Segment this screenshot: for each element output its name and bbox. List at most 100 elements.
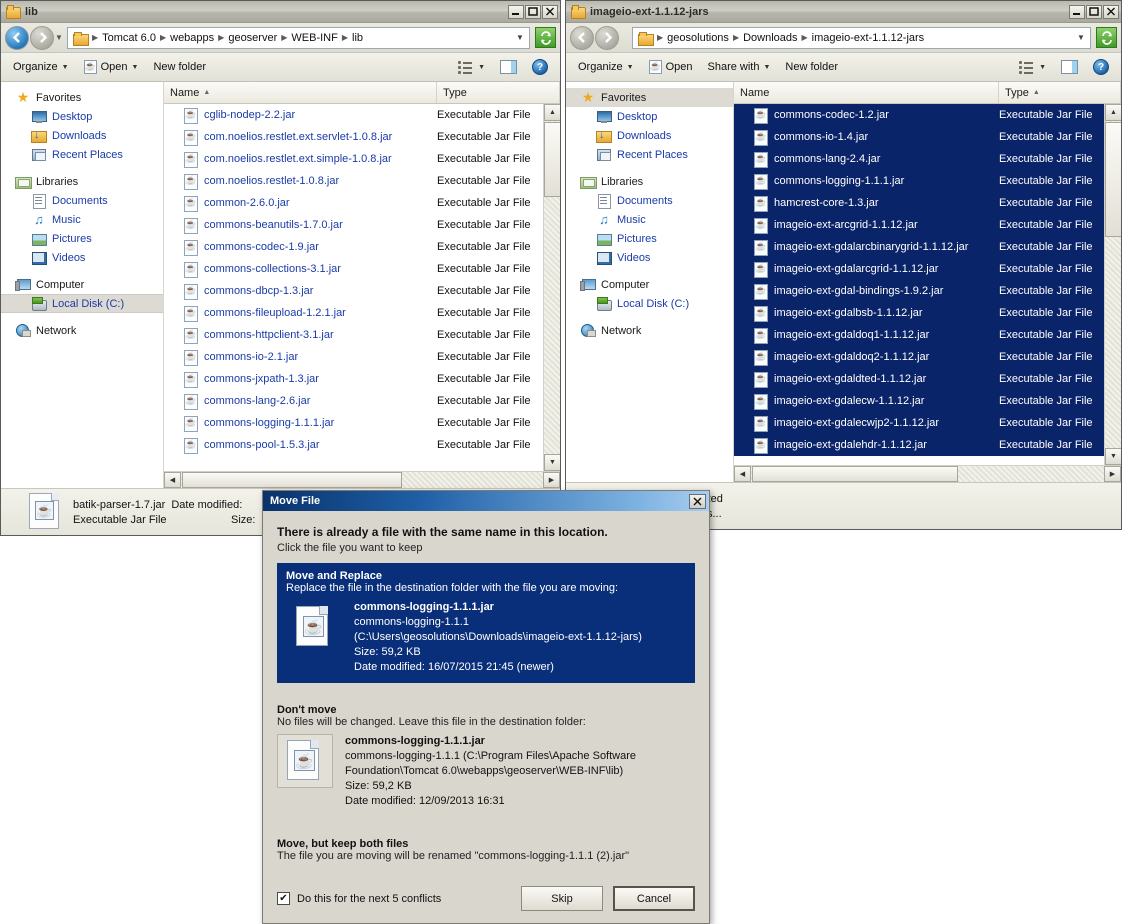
new-folder-button[interactable]: New folder — [147, 58, 212, 76]
scroll-up-icon[interactable]: ▲ — [1105, 104, 1121, 121]
right-file-list-scroll[interactable]: commons-codec-1.2.jarExecutable Jar File… — [734, 104, 1121, 465]
move-file-dialog[interactable]: Move File There is already a file with t… — [262, 490, 710, 924]
left-vertical-scrollbar[interactable]: ▲ ▼ — [543, 104, 560, 471]
scroll-up-icon[interactable]: ▲ — [544, 104, 560, 121]
chevron-right-icon[interactable]: ▶ — [159, 33, 167, 42]
right-vertical-scrollbar[interactable]: ▲ ▼ — [1104, 104, 1121, 465]
sidebar-item-downloads[interactable]: Downloads — [1, 126, 163, 145]
sidebar-item-local-disk-c[interactable]: Local Disk (C:) — [566, 294, 733, 313]
breadcrumb-item-2[interactable]: geoserver — [225, 32, 280, 44]
left-command-bar[interactable]: Organize ▼ Open ▼ New folder ▼ — [1, 53, 560, 82]
close-icon[interactable] — [542, 5, 558, 19]
show-preview-pane-button[interactable] — [494, 57, 523, 77]
explorer-window-imageio[interactable]: imageio-ext-1.1.12-jars — [565, 0, 1122, 530]
scroll-right-icon[interactable]: ▶ — [1104, 466, 1121, 482]
new-folder-button[interactable]: New folder — [779, 58, 844, 76]
sidebar-item-videos[interactable]: Videos — [1, 248, 163, 267]
table-row[interactable]: imageio-ext-gdaldoq1-1.1.12.jarExecutabl… — [734, 324, 1121, 346]
left-column-headers[interactable]: Name ▲ Type — [164, 82, 560, 104]
sidebar-item-videos[interactable]: Videos — [566, 248, 733, 267]
cancel-button[interactable]: Cancel — [613, 886, 695, 911]
sidebar-item-documents[interactable]: Documents — [1, 191, 163, 210]
close-icon[interactable] — [689, 494, 706, 509]
option-dont-move[interactable]: Don't move No files will be changed. Lea… — [277, 697, 695, 817]
sidebar-item-local-disk-c[interactable]: Local Disk (C:) — [1, 294, 163, 313]
sidebar-item-libraries[interactable]: Libraries — [566, 172, 733, 191]
hscrollbar-thumb[interactable] — [182, 472, 402, 488]
table-row[interactable]: imageio-ext-gdal-bindings-1.9.2.jarExecu… — [734, 280, 1121, 302]
do-this-for-next-conflicts-checkbox[interactable]: ✔ Do this for the next 5 conflicts — [277, 892, 441, 905]
dialog-titlebar[interactable]: Move File — [263, 491, 709, 511]
table-row[interactable]: commons-beanutils-1.7.0.jarExecutable Ja… — [164, 214, 560, 236]
sidebar-item-computer[interactable]: Computer — [1, 275, 163, 294]
column-header-type[interactable]: Type ▲ — [999, 82, 1121, 103]
sidebar-item-libraries[interactable]: Libraries — [1, 172, 163, 191]
left-navigation-pane[interactable]: ★FavoritesDesktopDownloadsRecent PlacesL… — [1, 82, 164, 488]
left-horizontal-scrollbar[interactable]: ◀ ▶ — [164, 471, 560, 488]
sidebar-item-computer[interactable]: Computer — [566, 275, 733, 294]
table-row[interactable]: commons-pool-1.5.3.jarExecutable Jar Fil… — [164, 434, 560, 456]
table-row[interactable]: imageio-ext-gdalecwjp2-1.1.12.jarExecuta… — [734, 412, 1121, 434]
table-row[interactable]: com.noelios.restlet.ext.servlet-1.0.8.ja… — [164, 126, 560, 148]
chevron-right-icon[interactable]: ▶ — [91, 33, 99, 42]
option-keep-both[interactable]: Move, but keep both files The file you a… — [277, 831, 695, 871]
maximize-icon[interactable] — [1086, 5, 1102, 19]
table-row[interactable]: commons-io-2.1.jarExecutable Jar File — [164, 346, 560, 368]
table-row[interactable]: commons-logging-1.1.1.jarExecutable Jar … — [734, 170, 1121, 192]
column-header-type[interactable]: Type — [437, 82, 560, 103]
left-breadcrumb[interactable]: ▶ Tomcat 6.0 ▶ webapps ▶ geoserver ▶ WEB… — [67, 27, 530, 49]
table-row[interactable]: commons-io-1.4.jarExecutable Jar File — [734, 126, 1121, 148]
table-row[interactable]: imageio-ext-gdalecw-1.1.12.jarExecutable… — [734, 390, 1121, 412]
sidebar-item-music[interactable]: ♫Music — [566, 210, 733, 229]
table-row[interactable]: imageio-ext-gdalbsb-1.1.12.jarExecutable… — [734, 302, 1121, 324]
scroll-left-icon[interactable]: ◀ — [164, 472, 181, 488]
scroll-down-icon[interactable]: ▼ — [544, 454, 560, 471]
left-window-titlebar[interactable]: lib — [1, 1, 560, 23]
skip-button[interactable]: Skip — [521, 886, 603, 911]
table-row[interactable]: commons-dbcp-1.3.jarExecutable Jar File — [164, 280, 560, 302]
right-navigation-pane[interactable]: ★FavoritesDesktopDownloadsRecent PlacesL… — [566, 82, 734, 482]
breadcrumb-item-3[interactable]: WEB-INF — [288, 32, 340, 44]
table-row[interactable]: com.noelios.restlet-1.0.8.jarExecutable … — [164, 170, 560, 192]
back-button[interactable] — [570, 26, 594, 50]
table-row[interactable]: commons-collections-3.1.jarExecutable Ja… — [164, 258, 560, 280]
minimize-icon[interactable] — [508, 5, 524, 19]
scroll-right-icon[interactable]: ▶ — [543, 472, 560, 488]
right-breadcrumb[interactable]: ▶ geosolutions ▶ Downloads ▶ imageio-ext… — [632, 27, 1091, 49]
address-dropdown-icon[interactable]: ▼ — [513, 33, 527, 42]
right-command-bar[interactable]: Organize ▼ Open Share with ▼ New folder — [566, 53, 1121, 82]
right-window-titlebar[interactable]: imageio-ext-1.1.12-jars — [566, 1, 1121, 23]
breadcrumb-item-2[interactable]: imageio-ext-1.1.12-jars — [809, 32, 928, 44]
share-with-button[interactable]: Share with ▼ — [702, 58, 777, 76]
breadcrumb-item-0[interactable]: Tomcat 6.0 — [99, 32, 159, 44]
help-button[interactable]: ? — [1087, 56, 1115, 78]
change-view-button[interactable]: ▼ — [452, 57, 491, 77]
hscrollbar-thumb[interactable] — [752, 466, 958, 482]
right-address-bar[interactable]: ▶ geosolutions ▶ Downloads ▶ imageio-ext… — [566, 23, 1121, 53]
left-address-bar[interactable]: ▼ ▶ Tomcat 6.0 ▶ webapps ▶ geoserver ▶ W… — [1, 23, 560, 53]
chevron-right-icon[interactable]: ▶ — [341, 33, 349, 42]
table-row[interactable]: imageio-ext-gdalehdr-1.1.12.jarExecutabl… — [734, 434, 1121, 456]
open-button[interactable]: Open — [643, 57, 699, 77]
table-row[interactable]: commons-logging-1.1.1.jarExecutable Jar … — [164, 412, 560, 434]
table-row[interactable]: cglib-nodep-2.2.jarExecutable Jar File — [164, 104, 560, 126]
organize-button[interactable]: Organize ▼ — [7, 58, 75, 76]
back-button[interactable] — [5, 26, 29, 50]
chevron-right-icon[interactable]: ▶ — [217, 33, 225, 42]
chevron-right-icon[interactable]: ▶ — [732, 33, 740, 42]
table-row[interactable]: imageio-ext-gdaldted-1.1.12.jarExecutabl… — [734, 368, 1121, 390]
sidebar-item-recent-places[interactable]: Recent Places — [566, 145, 733, 164]
scroll-down-icon[interactable]: ▼ — [1105, 448, 1121, 465]
table-row[interactable]: commons-fileupload-1.2.1.jarExecutable J… — [164, 302, 560, 324]
explorer-window-lib[interactable]: lib ▼ ▶ — [0, 0, 561, 536]
option-move-and-replace[interactable]: Move and Replace Replace the file in the… — [277, 563, 695, 683]
breadcrumb-item-1[interactable]: webapps — [167, 32, 217, 44]
chevron-right-icon[interactable]: ▶ — [656, 33, 664, 42]
sidebar-item-network[interactable]: Network — [1, 321, 163, 340]
right-column-headers[interactable]: Name Type ▲ — [734, 82, 1121, 104]
sidebar-item-documents[interactable]: Documents — [566, 191, 733, 210]
help-button[interactable]: ? — [526, 56, 554, 78]
column-header-name[interactable]: Name ▲ — [164, 82, 437, 103]
chevron-right-icon[interactable]: ▶ — [801, 33, 809, 42]
chevron-right-icon[interactable]: ▶ — [280, 33, 288, 42]
